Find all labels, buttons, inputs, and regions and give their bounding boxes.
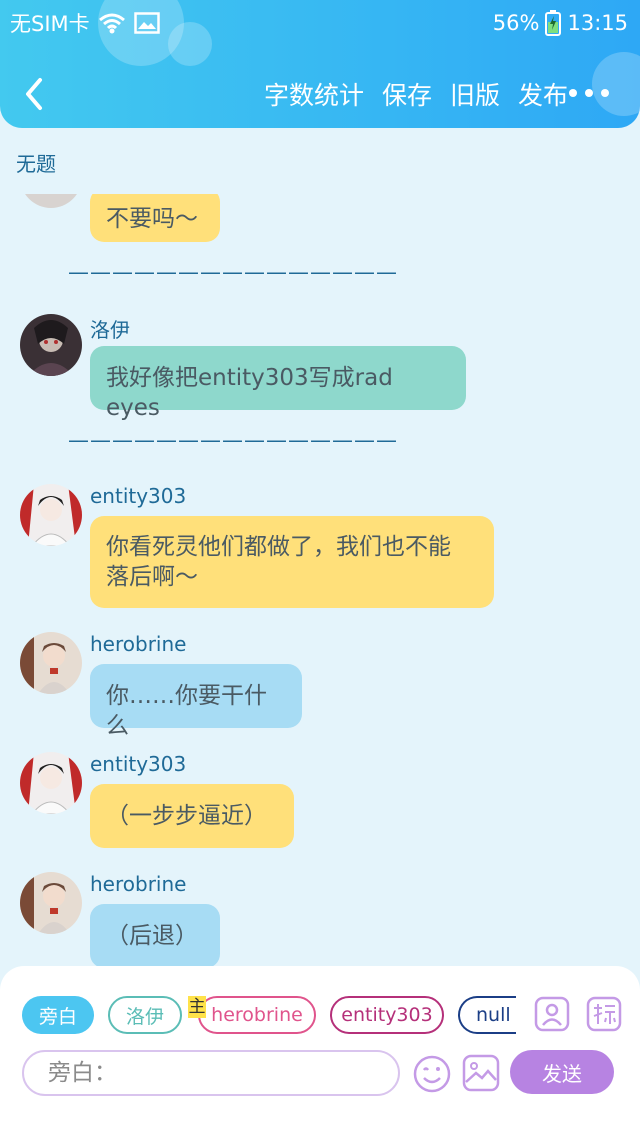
tag-icon[interactable] bbox=[586, 996, 622, 1032]
send-button[interactable]: 发送 bbox=[510, 1050, 614, 1094]
speaker-name: 洛伊 bbox=[90, 318, 130, 342]
role-chip-luoyi[interactable]: 洛伊 bbox=[108, 996, 182, 1034]
separator-line: ——————————————— bbox=[68, 260, 398, 284]
input-placeholder: 旁白： bbox=[48, 1060, 117, 1086]
emoji-icon[interactable] bbox=[412, 1054, 452, 1094]
speaker-name: entity303 bbox=[90, 752, 187, 776]
status-left: 无SIM卡 bbox=[10, 8, 160, 38]
role-chip-label: 旁白 bbox=[38, 1005, 77, 1028]
role-chip-label: herobrine bbox=[211, 1004, 303, 1026]
clock: 13:15 bbox=[567, 11, 628, 35]
message-bubble[interactable]: （一步步逼近） bbox=[90, 784, 294, 848]
speaker-name: entity303 bbox=[90, 484, 187, 508]
message-text: （一步步逼近） bbox=[106, 803, 267, 829]
document-title[interactable]: 无题 bbox=[16, 148, 56, 177]
role-chip-label: entity303 bbox=[341, 1004, 433, 1026]
toolbar: 字数统计 保存 旧版 发布 bbox=[264, 76, 568, 112]
role-chip-entity303[interactable]: entity303 bbox=[330, 996, 444, 1034]
status-right: 56% 13:15 bbox=[493, 8, 628, 38]
carrier-label: 无SIM卡 bbox=[10, 12, 90, 36]
avatar[interactable] bbox=[20, 872, 82, 934]
decor-bubble bbox=[592, 52, 640, 116]
save-button[interactable]: 保存 bbox=[382, 76, 432, 112]
message-text: 不要吗～ bbox=[106, 206, 198, 232]
chat-area[interactable]: 不要吗～ ——————————————— 洛伊 我好像把entity303写成r… bbox=[0, 194, 640, 966]
message-bubble[interactable]: 你看死灵他们都做了，我们也不能 落后啊～ bbox=[90, 516, 494, 608]
message-bubble[interactable]: （后退） bbox=[90, 904, 220, 966]
role-chip-herobrine[interactable]: herobrine bbox=[198, 996, 316, 1034]
role-chip-label: null bbox=[476, 1004, 511, 1026]
publish-button[interactable]: 发布 bbox=[518, 76, 568, 112]
role-chip-label: 洛伊 bbox=[125, 1005, 164, 1028]
decor-bubble bbox=[168, 22, 212, 66]
word-count-button[interactable]: 字数统计 bbox=[264, 76, 364, 112]
message-text-line: 落后啊～ bbox=[106, 564, 198, 590]
avatar[interactable] bbox=[20, 194, 82, 208]
message-bubble[interactable]: 不要吗～ bbox=[90, 194, 220, 242]
image-picker-icon[interactable] bbox=[462, 1054, 500, 1092]
add-character-icon[interactable] bbox=[534, 996, 570, 1032]
separator-line: ——————————————— bbox=[68, 428, 398, 452]
message-text: （后退） bbox=[106, 923, 198, 949]
message-text: 你……你要干什么 bbox=[106, 683, 267, 739]
image-notification-icon bbox=[133, 12, 160, 34]
speaker-name: herobrine bbox=[90, 872, 187, 896]
send-button-label: 发送 bbox=[542, 1061, 582, 1086]
battery-charging-icon bbox=[545, 10, 562, 36]
role-chip-null[interactable]: null bbox=[458, 996, 516, 1034]
back-arrow-icon[interactable] bbox=[18, 74, 54, 114]
role-chip-narration[interactable]: 旁白 bbox=[22, 996, 94, 1034]
wifi-icon bbox=[98, 13, 125, 34]
avatar[interactable] bbox=[20, 632, 82, 694]
old-version-button[interactable]: 旧版 bbox=[450, 76, 500, 112]
avatar[interactable] bbox=[20, 752, 82, 814]
message-text-line: 你看死灵他们都做了，我们也不能 bbox=[106, 534, 451, 560]
avatar[interactable] bbox=[20, 314, 82, 376]
battery-percent: 56% bbox=[492, 11, 540, 35]
main-character-badge: 主 bbox=[188, 996, 206, 1018]
message-bubble[interactable]: 你……你要干什么 bbox=[90, 664, 302, 739]
message-input[interactable]: 旁白： bbox=[22, 1050, 400, 1096]
message-bubble[interactable]: 我好像把entity303写成rad eyes bbox=[90, 346, 466, 421]
speaker-name: herobrine bbox=[90, 632, 187, 656]
message-text: 我好像把entity303写成rad eyes bbox=[106, 365, 393, 421]
avatar[interactable] bbox=[20, 484, 82, 546]
app-header: 无SIM卡 56% 13:15 字数统计 保存 旧版 发布 bbox=[0, 0, 640, 128]
more-options-icon[interactable] bbox=[568, 88, 610, 98]
